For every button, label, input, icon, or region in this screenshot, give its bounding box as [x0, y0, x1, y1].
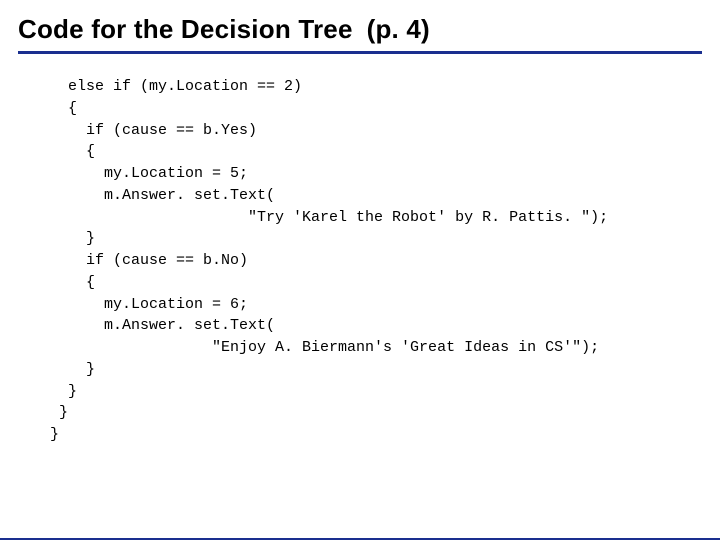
- slide-title: Code for the Decision Tree (p. 4): [18, 14, 702, 45]
- slide: Code for the Decision Tree (p. 4) else if…: [0, 0, 720, 540]
- code-block: else if (my.Location == 2) { if (cause =…: [50, 76, 702, 446]
- title-wrap: Code for the Decision Tree (p. 4): [18, 14, 702, 54]
- title-main: Code for the Decision Tree: [18, 14, 353, 44]
- title-secondary: (p. 4): [367, 14, 430, 44]
